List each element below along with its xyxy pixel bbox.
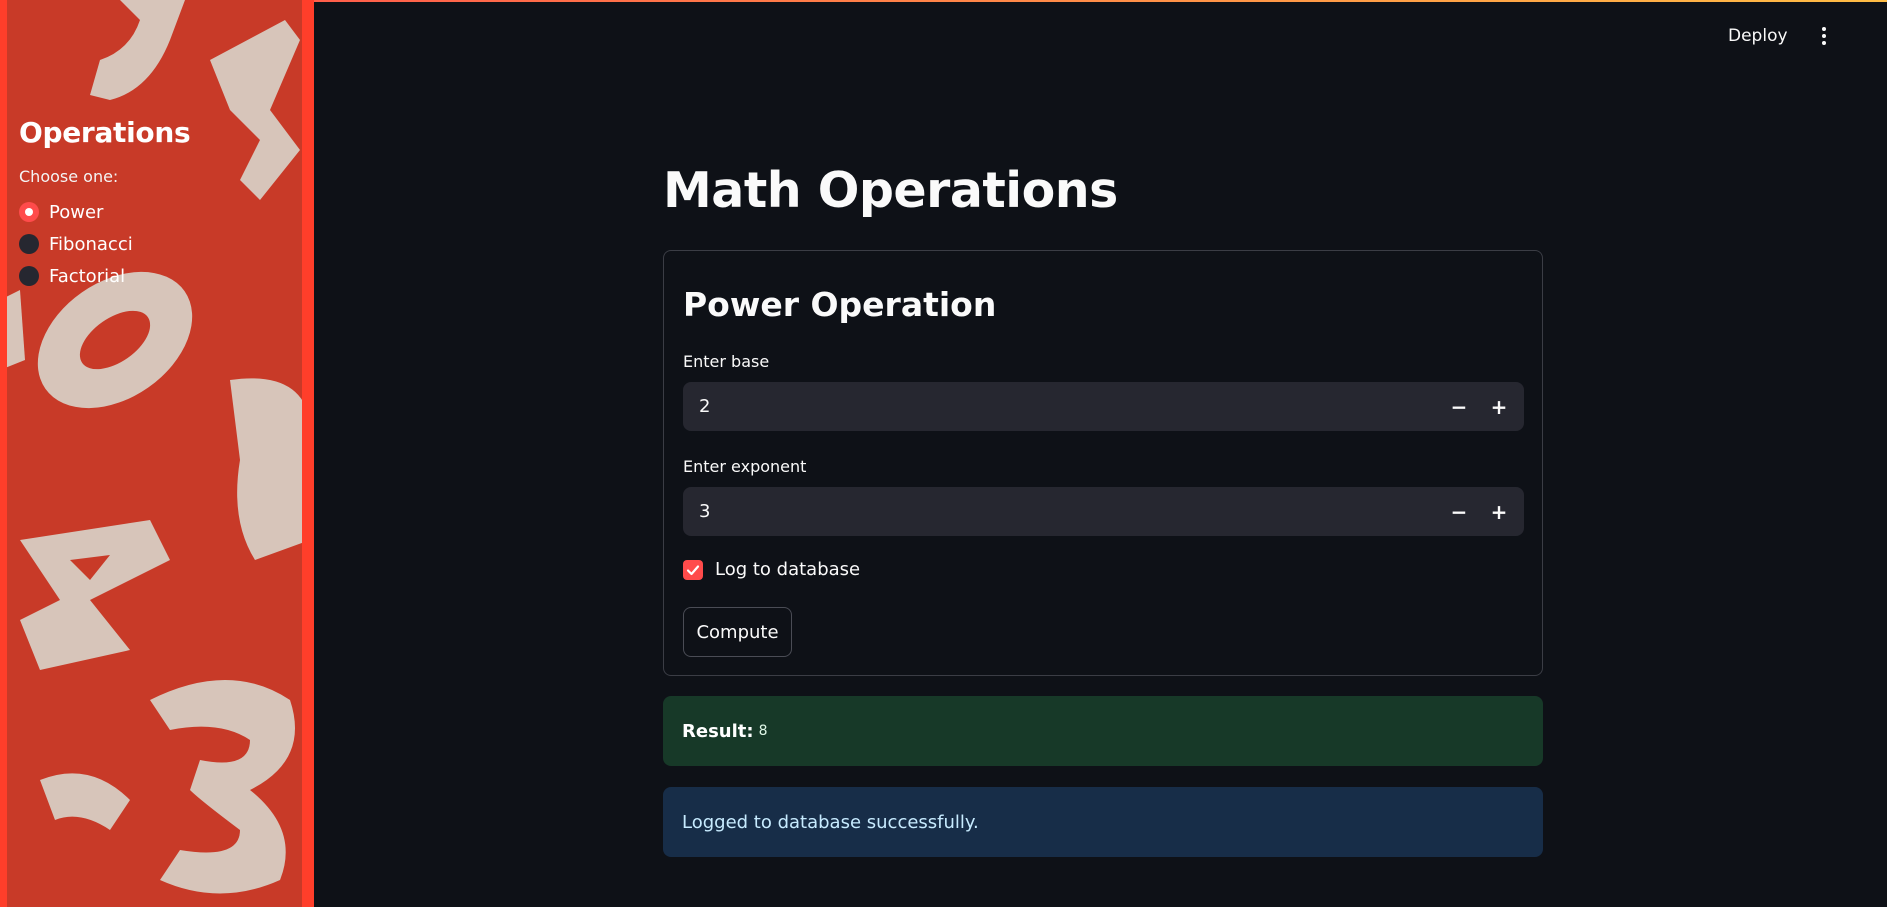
power-operation-form: Power Operation Enter base 2 − + Enter e…	[663, 250, 1543, 676]
exponent-decrement-button[interactable]: −	[1445, 499, 1473, 525]
radio-option-fibonacci[interactable]: Fibonacci	[19, 228, 299, 260]
sidebar-content: Operations Choose one: Power Fibonacci F…	[19, 116, 299, 292]
operation-radio-group: Power Fibonacci Factorial	[19, 196, 299, 292]
app-root: Operations Choose one: Power Fibonacci F…	[0, 0, 1887, 907]
base-increment-button[interactable]: +	[1485, 394, 1513, 420]
radio-option-label: Factorial	[49, 265, 126, 287]
radio-option-label: Fibonacci	[49, 233, 133, 255]
more-vertical-icon[interactable]	[1814, 22, 1834, 50]
page-title: Math Operations	[663, 162, 1118, 219]
base-decrement-button[interactable]: −	[1445, 394, 1473, 420]
exponent-increment-button[interactable]: +	[1485, 499, 1513, 525]
checkmark-icon[interactable]	[683, 559, 703, 580]
exponent-input-value[interactable]: 3	[699, 487, 710, 536]
sidebar-title: Operations	[19, 116, 191, 149]
radio-option-label: Power	[49, 201, 104, 223]
base-label: Enter base	[683, 352, 770, 371]
result-value: 8	[758, 723, 768, 739]
checkbox-label: Log to database	[715, 559, 861, 580]
exponent-number-input[interactable]: 3 − +	[683, 487, 1524, 536]
sidebar-left-edge	[0, 0, 7, 907]
compute-button[interactable]: Compute	[683, 607, 792, 657]
result-label: Result:	[682, 720, 754, 742]
info-message: Logged to database successfully.	[682, 811, 979, 833]
log-to-database-checkbox[interactable]: Log to database	[683, 559, 860, 580]
radio-unchecked-icon[interactable]	[19, 234, 39, 254]
base-input-value[interactable]: 2	[699, 382, 710, 431]
sidebar: Operations Choose one: Power Fibonacci F…	[0, 0, 314, 907]
radio-group-label: Choose one:	[19, 167, 119, 186]
base-number-input[interactable]: 2 − +	[683, 382, 1524, 431]
result-success-alert: Result: 8	[663, 696, 1543, 766]
radio-option-power[interactable]: Power	[19, 196, 299, 228]
sidebar-right-edge	[302, 0, 314, 907]
radio-option-factorial[interactable]: Factorial	[19, 260, 299, 292]
deploy-button[interactable]: Deploy	[1728, 22, 1788, 50]
radio-unchecked-icon[interactable]	[19, 266, 39, 286]
logged-info-alert: Logged to database successfully.	[663, 787, 1543, 857]
radio-checked-icon[interactable]	[19, 202, 39, 222]
card-title: Power Operation	[683, 285, 997, 324]
exponent-label: Enter exponent	[683, 457, 807, 476]
